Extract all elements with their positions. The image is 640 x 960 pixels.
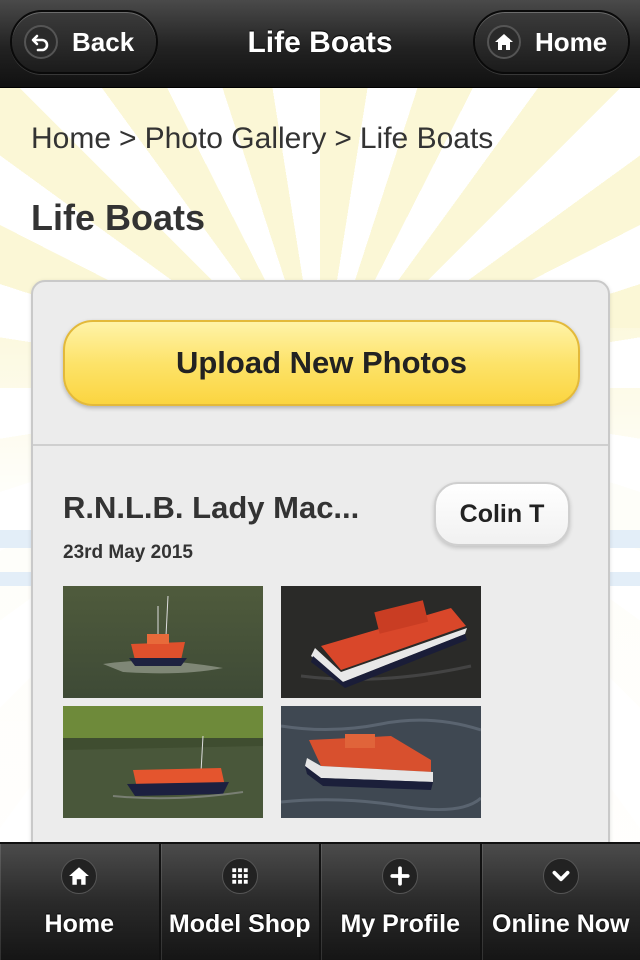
home-button[interactable]: Home [473,10,630,74]
card-divider [33,444,608,446]
home-icon [61,858,98,894]
photo-thumbnail[interactable] [63,706,263,818]
bottom-tab-bar: Home Model Shop My Profile Online Now [0,842,640,960]
breadcrumb-separator: > [119,122,137,155]
top-bar: Life Boats Back Home [0,0,640,88]
album-date: 23rd May 2015 [63,542,193,563]
tab-label: Online Now [492,910,630,938]
grid-icon [221,858,258,894]
gallery-card: Upload New Photos R.N.L.B. Lady Mac... 2… [31,280,610,880]
tab-label: My Profile [340,910,460,938]
plus-icon [382,858,419,894]
back-arrow-icon [24,25,58,59]
photo-thumbnail[interactable] [63,586,263,698]
back-button-label: Back [72,26,135,57]
author-button[interactable]: Colin T [434,482,570,546]
upload-photos-button[interactable]: Upload New Photos [63,320,580,406]
photo-thumbnail[interactable] [281,706,481,818]
tab-model-shop[interactable]: Model Shop [161,844,321,960]
home-icon [487,25,521,59]
breadcrumb: Home > Photo Gallery > Life Boats [31,122,493,156]
breadcrumb-life-boats: Life Boats [359,122,494,155]
breadcrumb-photo-gallery[interactable]: Photo Gallery [145,122,327,156]
home-button-label: Home [535,26,608,57]
breadcrumb-home[interactable]: Home [31,122,111,156]
tab-online-now[interactable]: Online Now [482,844,640,960]
tab-home[interactable]: Home [0,844,161,960]
chevron-down-icon [542,858,579,894]
breadcrumb-separator: > [334,122,352,155]
page-title: Life Boats [31,197,206,238]
photo-thumbnail[interactable] [281,586,481,698]
tab-label: Model Shop [168,910,311,938]
back-button[interactable]: Back [10,10,158,74]
album-title[interactable]: R.N.L.B. Lady Mac... [63,490,359,526]
tab-my-profile[interactable]: My Profile [321,844,482,960]
tab-label: Home [44,910,114,938]
